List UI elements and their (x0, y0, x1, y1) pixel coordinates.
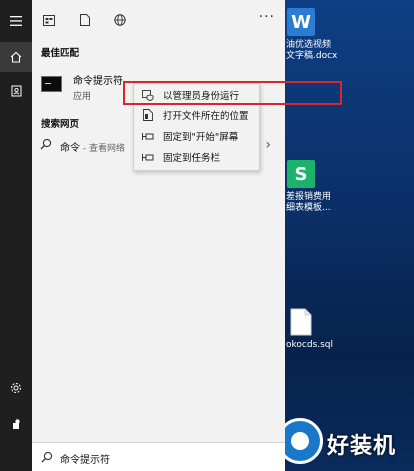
context-menu-label: 固定到"开始"屏幕 (163, 132, 239, 143)
desktop-icon-label: 油优选视频 (286, 40, 332, 50)
command-prompt-icon (41, 76, 62, 92)
open-file-location-icon (141, 109, 155, 121)
desktop-icon-spreadsheet[interactable]: S 差报销费用 细表模板... (285, 160, 345, 214)
apps-icon[interactable] (40, 11, 58, 29)
document-icon[interactable] (76, 11, 94, 29)
settings-icon[interactable] (0, 373, 32, 403)
desktop-icon-label: okocds.sql (286, 340, 334, 350)
start-panel: ··· 最佳匹配 命令提示符 应用 搜索网页 命令 - 查看网络 › (32, 0, 285, 471)
hamburger-menu-icon[interactable] (0, 6, 32, 36)
context-menu-label: 固定到任务栏 (163, 153, 221, 164)
search-box[interactable]: 命令提示符 (32, 442, 285, 471)
best-match-heading: 最佳匹配 (41, 48, 80, 59)
pin-icon (141, 132, 155, 141)
web-search-heading: 搜索网页 (41, 119, 80, 130)
web-search-text: 命令 - 查看网络 (60, 139, 125, 154)
context-menu-item-pin-to-taskbar[interactable]: 固定到任务栏 (134, 148, 259, 166)
desktop-icon-label: 文字稿.docx (286, 51, 338, 61)
start-top-bar: ··· (32, 0, 285, 40)
chevron-right-icon[interactable]: › (265, 137, 271, 153)
context-menu-item-open-file-location[interactable]: 打开文件所在的位置 (134, 106, 259, 124)
context-menu-label: 打开文件所在的位置 (163, 111, 249, 122)
contacts-icon[interactable] (0, 76, 32, 106)
search-icon (41, 451, 53, 466)
web-icon[interactable] (111, 11, 129, 29)
context-menu-item-pin-to-start[interactable]: 固定到"开始"屏幕 (134, 127, 259, 145)
best-match-title: 命令提示符 (73, 76, 123, 87)
desktop-icon-word-doc[interactable]: W 油优选视频 文字稿.docx (285, 8, 345, 62)
spreadsheet-icon: S (287, 160, 315, 188)
user-icon[interactable] (0, 409, 32, 439)
desktop-icon-label: 细表模板... (286, 203, 331, 213)
home-icon[interactable] (0, 42, 32, 72)
annotation-highlight-box (123, 81, 342, 105)
more-options-button[interactable]: ··· (259, 9, 275, 25)
desktop-icon-sql-file[interactable]: okocds.sql (285, 308, 345, 351)
watermark-text: 好装机 (327, 434, 397, 459)
search-icon (40, 138, 52, 153)
pin-icon (141, 153, 155, 162)
desktop: W 油优选视频 文字稿.docx S 差报销费用 细表模板... okocds.… (285, 0, 414, 471)
start-rail (0, 0, 32, 471)
word-document-icon: W (287, 8, 315, 36)
file-icon (287, 308, 315, 336)
web-search-hint: - 查看网络 (80, 144, 125, 154)
best-match-subtitle: 应用 (73, 92, 92, 102)
search-input[interactable]: 命令提示符 (60, 451, 110, 466)
desktop-icon-label: 差报销费用 (286, 192, 332, 202)
web-search-query: 命令 (60, 143, 80, 154)
